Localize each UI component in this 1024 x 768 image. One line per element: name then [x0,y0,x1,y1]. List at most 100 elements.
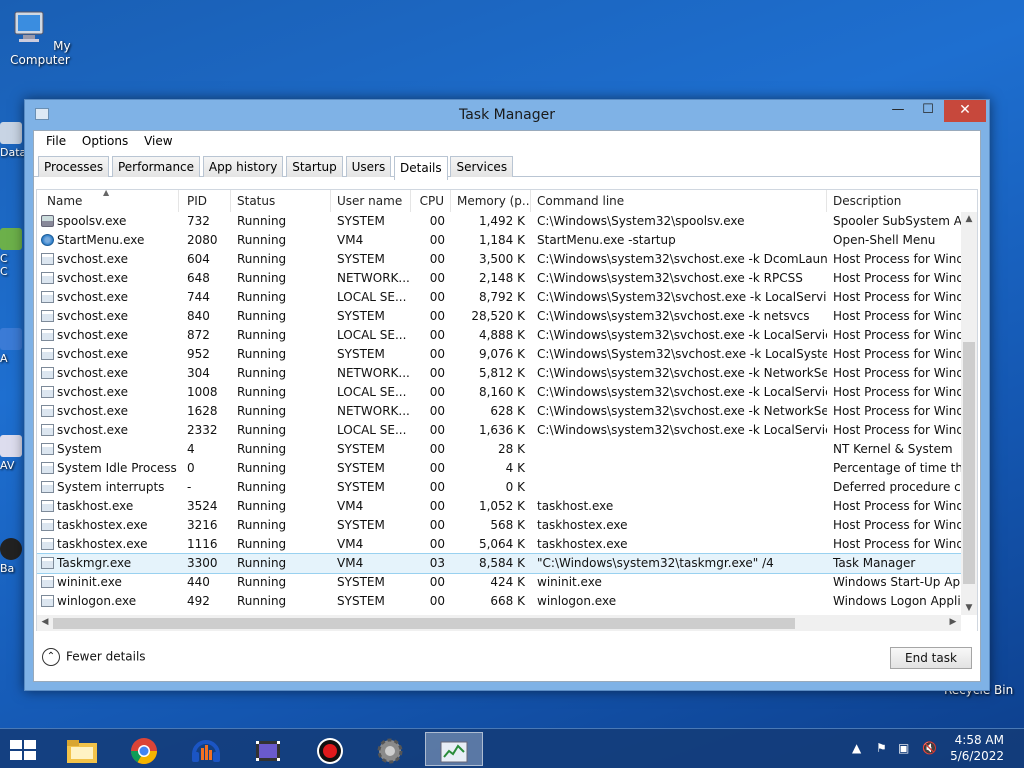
column-header-memory[interactable]: Memory (p... [451,190,531,212]
menu-file[interactable]: File [40,133,72,149]
volume-muted-icon[interactable]: 🔇 [922,741,937,755]
cell-status: Running [237,290,287,304]
horizontal-scroll-thumb[interactable] [53,618,795,629]
close-button[interactable]: ✕ [944,100,986,122]
cell-status: Running [237,404,287,418]
cell-cmd: C:\Windows\System32\spoolsv.exe [537,214,745,228]
table-row[interactable]: svchost.exe 1008 Running LOCAL SE... 00 8,160… [37,383,977,402]
network-icon[interactable]: ▣ [898,741,909,755]
app-icon [0,328,22,350]
show-hidden-icons-icon[interactable]: ▲ [852,741,861,755]
column-header-pid[interactable]: PID [181,190,231,212]
cell-mem: 8,792 K [478,290,525,304]
cell-user: VM4 [337,499,364,513]
cell-name: svchost.exe [37,402,181,421]
window-icon [41,348,54,360]
table-row[interactable]: svchost.exe 840 Running SYSTEM 00 28,520 K C:\… [37,307,977,326]
tab-startup[interactable]: Startup [286,156,343,177]
cell-pid: 604 [187,252,210,266]
table-row[interactable]: svchost.exe 2332 Running LOCAL SE... 00 1,636… [37,421,977,440]
window-icon [41,405,54,417]
scroll-left-icon[interactable]: ◀ [37,617,53,627]
cell-user: SYSTEM [337,594,385,608]
scroll-up-icon[interactable]: ▲ [961,214,977,224]
cell-name: StartMenu.exe [37,231,181,250]
cell-name: svchost.exe [37,421,181,440]
column-header-description[interactable]: Description [827,190,977,212]
task-manager-window: Task Manager — ☐ ✕ File Options View Pro… [24,99,990,691]
tab-app-history[interactable]: App history [202,156,284,177]
cell-mem: 3,500 K [478,252,525,266]
cell-desc: Host Process for Windows [833,499,977,513]
window-icon [41,576,54,588]
table-row[interactable]: StartMenu.exe 2080 Running VM4 00 1,184 K Star… [37,231,961,250]
cell-pid: - [187,480,192,494]
window-icon [41,443,54,455]
cell-user: SYSTEM [337,480,385,494]
table-row[interactable]: svchost.exe 952 Running SYSTEM 00 9,076 K C:\W… [37,345,977,364]
cell-desc: NT Kernel & System [833,442,953,456]
table-row[interactable]: taskhostex.exe 3216 Running SYSTEM 00 568 K ta… [37,516,977,535]
audacity-icon[interactable] [184,732,228,766]
tab-processes[interactable]: Processes [38,156,110,177]
table-row[interactable]: winlogon.exe 492 Running SYSTEM 00 668 K winlo… [37,592,977,611]
table-row[interactable]: System 4 Running SYSTEM 00 28 K NT Kernel & Sy… [37,440,961,459]
table-row[interactable]: svchost.exe 304 Running NETWORK... 00 5,812 K… [37,364,977,383]
menu-options[interactable]: Options [76,133,134,149]
table-row[interactable]: wininit.exe 440 Running SYSTEM 00 424 K winini… [37,573,977,592]
cell-pid: 840 [187,309,210,323]
tab-services[interactable]: Services [450,156,514,177]
clock[interactable]: 4:58 AM 5/6/2022 [950,732,1004,764]
table-row[interactable]: svchost.exe 1628 Running NETWORK... 00 628 K C… [37,402,977,421]
tab-users[interactable]: Users [345,156,392,177]
vertical-scrollbar[interactable]: ▲ ▼ [961,212,977,615]
minimize-button[interactable]: — [883,100,913,122]
cell-status: Running [237,594,287,608]
table-row[interactable]: svchost.exe 872 Running LOCAL SE... 00 4,888 … [37,326,977,345]
title-bar[interactable]: Task Manager — ☐ ✕ [25,100,989,130]
cell-pid: 1628 [187,404,218,418]
column-header-cpu[interactable]: CPU [411,190,451,212]
table-row[interactable]: taskhostex.exe 1116 Running VM4 00 5,064 K tas… [37,535,977,554]
scroll-down-icon[interactable]: ▼ [961,603,977,613]
cell-cmd: taskhost.exe [537,499,614,513]
maximize-button[interactable]: ☐ [913,100,943,122]
table-row[interactable]: svchost.exe 604 Running SYSTEM 00 3,500 K C:\W… [37,250,977,269]
chrome-icon[interactable] [122,732,166,766]
column-header-status[interactable]: Status [231,190,331,212]
scroll-right-icon[interactable]: ▶ [945,617,961,627]
column-header-name[interactable]: ▲ Name [37,190,179,212]
cell-user: LOCAL SE... [337,423,407,437]
menu-view[interactable]: View [138,133,178,149]
end-task-button[interactable]: End task [890,647,972,669]
cell-status: Running [237,499,287,513]
task-manager-taskbar-icon[interactable] [425,732,483,766]
tab-details[interactable]: Details [394,156,448,180]
action-center-flag-icon[interactable]: ⚑ [876,741,887,755]
cell-status: Running [237,385,287,399]
table-row[interactable]: Taskmgr.exe 3300 Running VM4 03 8,584 K "C:\Wi… [37,553,962,574]
table-row[interactable]: System interrupts - Running SYSTEM 00 0 K Defe… [37,478,977,497]
table-row[interactable]: taskhost.exe 3524 Running VM4 00 1,052 K taskh… [37,497,977,516]
settings-gear-icon[interactable] [368,732,412,766]
tab-performance[interactable]: Performance [111,156,201,177]
file-explorer-icon[interactable] [60,732,104,766]
table-row[interactable]: spoolsv.exe 732 Running SYSTEM 00 1,492 K C:\W… [37,212,977,231]
record-icon[interactable] [308,732,352,766]
table-row[interactable]: System Idle Process 0 Running SYSTEM 00 4 K Pe… [37,459,977,478]
fewer-details-link[interactable]: ⌃ Fewer details [42,648,146,666]
table-row[interactable]: svchost.exe 648 Running NETWORK... 00 2,148 K… [37,269,977,288]
my-computer-desktop-icon[interactable]: My Computer [0,8,80,67]
column-header-command-line[interactable]: Command line [531,190,827,212]
windows-start-icon[interactable] [8,738,38,762]
cell-mem: 1,636 K [478,423,525,437]
video-editor-icon[interactable] [246,732,290,766]
horizontal-scrollbar[interactable]: ◀ ▶ [37,615,961,632]
cell-desc: Host Process for Windows [833,347,977,361]
table-row[interactable]: svchost.exe 744 Running LOCAL SE... 00 8,792 … [37,288,977,307]
vertical-scroll-thumb[interactable] [963,342,975,584]
cell-cmd: C:\Windows\system32\svchost.exe -k Local… [537,423,827,437]
cell-cpu: 00 [429,404,445,418]
column-header-user-name[interactable]: User name [331,190,411,212]
window-title: Task Manager [458,107,556,123]
